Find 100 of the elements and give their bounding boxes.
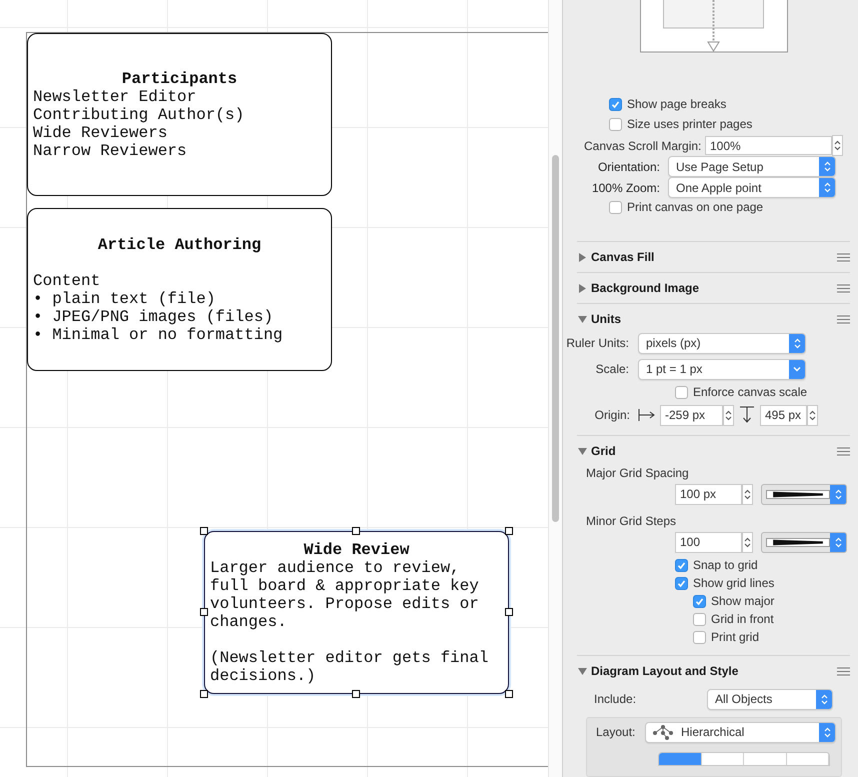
checkbox-label: Show grid lines <box>693 575 774 592</box>
line-width-popup[interactable] <box>761 532 847 552</box>
checkbox-label: Size uses printer pages <box>627 116 752 133</box>
shape-title: Wide Review <box>302 540 410 558</box>
chevron-down-icon <box>793 366 801 372</box>
text-shape[interactable]: Participants Newsletter Editor Contributing Author(s) Wide Reviewers Narrow Reviewers <box>27 33 332 196</box>
field-label: Major Grid Spacing <box>586 465 690 482</box>
up-down-chevron-icon <box>794 338 800 348</box>
field-label: Layout: <box>596 724 636 741</box>
selection-handle[interactable] <box>200 690 208 698</box>
menu-icon[interactable] <box>837 284 850 292</box>
triangle-down-icon <box>578 666 587 676</box>
checkbox[interactable] <box>693 594 706 608</box>
selection-handle[interactable] <box>352 690 360 698</box>
checkbox[interactable] <box>693 630 706 644</box>
field-label: Include: <box>594 691 638 708</box>
selection-handle[interactable] <box>505 608 513 616</box>
checkbox-label: Show major <box>711 593 774 610</box>
section-header[interactable]: Units <box>563 304 858 334</box>
stepper[interactable] <box>742 532 753 552</box>
up-down-chevron-icon <box>834 488 842 500</box>
menu-icon[interactable] <box>837 252 850 262</box>
up-down-chevron-icon <box>820 694 828 704</box>
shape-text: Wide Reviewers <box>33 124 168 142</box>
popup-button[interactable]: Hierarchical <box>645 722 836 742</box>
selection-handle[interactable] <box>352 527 360 535</box>
text-shape[interactable]: Article Authoring Content • plain text (file) • JPEG/PNG images (files) • Minimal or no formatting <box>27 208 332 371</box>
vertical-origin-icon <box>738 406 756 424</box>
checkbox-label: Enforce canvas scale <box>693 384 808 401</box>
triangle-down-icon <box>578 446 587 456</box>
field-label: Orientation: <box>596 158 661 176</box>
shape-text: Content <box>33 272 102 290</box>
shape-text: • JPEG/PNG images (files) <box>33 308 274 326</box>
stepper[interactable] <box>742 484 753 504</box>
wedge-icon <box>766 490 830 498</box>
shape-title: Participants <box>120 70 238 88</box>
up-down-chevron-icon <box>834 536 842 548</box>
shape-title: Article Authoring <box>96 236 262 256</box>
up-down-chevron-icon <box>725 410 732 420</box>
selection-handle[interactable] <box>200 527 208 535</box>
triangle-right-icon <box>578 284 587 292</box>
line-width-popup[interactable] <box>761 484 847 504</box>
stepper[interactable] <box>807 404 818 426</box>
shape-text: Larger audience to review, full board & appropriate key volunteers. Propose edits or changes. <box>210 558 480 630</box>
popup-button[interactable]: Use Page Setup <box>668 156 836 177</box>
section-header[interactable]: Diagram Layout and Style <box>563 656 858 686</box>
selection-handle[interactable] <box>505 690 513 698</box>
stepper[interactable] <box>832 135 843 156</box>
field-label: Ruler Units: <box>565 335 630 352</box>
checkbox[interactable] <box>609 200 622 214</box>
up-down-chevron-icon <box>744 536 751 548</box>
input-field[interactable]: 100 px <box>675 484 742 504</box>
input-field[interactable]: 100 <box>675 532 742 552</box>
checkbox[interactable] <box>609 98 622 110</box>
horizontal-origin-icon <box>638 408 656 422</box>
menu-icon[interactable] <box>837 446 850 456</box>
up-down-chevron-icon <box>824 726 830 738</box>
triangle-down-icon <box>578 314 587 324</box>
popup-button[interactable]: pixels (px) <box>638 332 806 354</box>
section-header[interactable]: Grid <box>563 436 858 466</box>
checkbox[interactable] <box>693 612 706 626</box>
shape-text: • Minimal or no formatting <box>33 326 284 344</box>
input-field[interactable]: 495 px <box>760 404 807 426</box>
checkbox-label: Grid in front <box>711 611 774 628</box>
up-down-chevron-icon <box>824 161 830 172</box>
menu-icon[interactable] <box>837 314 850 324</box>
selection-handle[interactable] <box>200 608 208 616</box>
section-header[interactable]: Background Image <box>563 273 858 303</box>
checkbox[interactable] <box>675 386 688 398</box>
checkbox-label: Show page breaks <box>627 96 726 113</box>
scrollbar-thumb[interactable] <box>552 155 559 522</box>
triangle-right-icon <box>578 252 587 262</box>
up-down-chevron-icon <box>824 182 830 193</box>
checkbox-label: Print canvas on one page <box>627 199 764 216</box>
field-label: Origin: <box>594 407 631 424</box>
wedge-icon <box>766 538 830 546</box>
popup-button[interactable]: One Apple point <box>668 177 836 198</box>
shape-text: Newsletter Editor <box>33 88 198 106</box>
field-label: Scale: <box>594 361 630 378</box>
checkbox[interactable] <box>675 558 688 572</box>
shape-text: Narrow Reviewers <box>33 142 188 160</box>
checkbox-label: Print grid <box>711 629 760 646</box>
section-header[interactable]: Canvas Fill <box>563 242 858 272</box>
field-label: Minor Grid Steps <box>586 513 678 530</box>
input-field[interactable]: -259 px <box>660 404 723 426</box>
field-label: 100% Zoom: <box>590 180 661 196</box>
selection-handle[interactable] <box>505 527 513 535</box>
shape-text: • plain text (file) <box>33 290 216 308</box>
menu-icon[interactable] <box>837 666 850 676</box>
checkbox[interactable] <box>675 576 688 590</box>
field-label: Canvas Scroll Margin: <box>584 138 702 154</box>
up-down-chevron-icon <box>744 488 751 500</box>
popup-button[interactable]: 1 pt = 1 px <box>638 358 806 380</box>
checkbox[interactable] <box>609 118 622 130</box>
input-field[interactable]: 100% <box>705 136 832 155</box>
up-down-chevron-icon <box>834 140 841 151</box>
stepper[interactable] <box>723 404 734 426</box>
shape-text: Contributing Author(s) <box>33 106 246 124</box>
shape-text: (Newsletter editor gets final decisions.) <box>210 648 490 684</box>
popup-button[interactable]: All Objects <box>707 688 833 710</box>
